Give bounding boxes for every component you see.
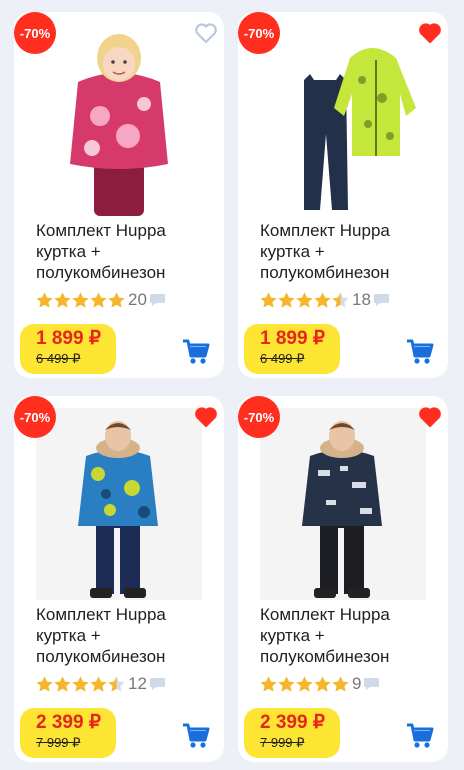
product-photo[interactable] <box>36 408 202 600</box>
old-price: 6 499 ₽ <box>260 351 305 366</box>
heart-icon[interactable] <box>418 22 442 44</box>
product-card[interactable]: -70% Комплект Huppa куртка + полукомбине… <box>238 12 448 378</box>
cart-icon[interactable] <box>182 338 210 366</box>
rating-stars <box>259 291 349 310</box>
old-price: 7 999 ₽ <box>36 735 81 750</box>
price-box: 2 399 ₽ 7 999 ₽ <box>244 708 340 758</box>
star-icon <box>260 291 277 308</box>
product-card[interactable]: -70% Комплект Huppa куртка + полукомбине… <box>14 12 224 378</box>
product-rating: 12 <box>35 674 166 694</box>
star-icon <box>36 675 53 692</box>
product-photo[interactable] <box>260 24 426 216</box>
star-icon <box>90 291 107 308</box>
product-card[interactable]: -70% Комплект Huppa куртка + полукомбине… <box>238 396 448 762</box>
star-icon <box>332 675 349 692</box>
star-icon <box>260 675 277 692</box>
star-icon <box>314 291 331 308</box>
cart-icon[interactable] <box>406 338 434 366</box>
product-title[interactable]: Комплект Huppa куртка + полукомбинезон <box>260 220 440 283</box>
product-rating: 20 <box>35 290 166 310</box>
old-price: 6 499 ₽ <box>36 351 81 366</box>
star-icon <box>278 291 295 308</box>
review-count: 12 <box>128 674 147 693</box>
product-rating: 9 <box>259 674 380 694</box>
product-photo[interactable] <box>260 408 426 600</box>
product-title[interactable]: Комплект Huppa куртка + полукомбинезон <box>36 604 216 667</box>
current-price: 1 899 ₽ <box>260 328 325 349</box>
cart-icon[interactable] <box>182 722 210 750</box>
star-icon <box>108 291 125 308</box>
star-icon <box>54 675 71 692</box>
product-card[interactable]: -70% Комплект Huppa куртка + полукомбине… <box>14 396 224 762</box>
current-price: 2 399 ₽ <box>36 712 101 733</box>
product-photo[interactable] <box>36 24 202 216</box>
heart-icon[interactable] <box>194 22 218 44</box>
discount-badge: -70% <box>14 396 56 438</box>
rating-stars <box>35 675 125 694</box>
price-box: 1 899 ₽ 6 499 ₽ <box>20 324 116 374</box>
discount-badge: -70% <box>238 396 280 438</box>
star-icon <box>72 675 89 692</box>
heart-icon[interactable] <box>194 406 218 428</box>
star-icon <box>278 675 295 692</box>
comment-bubble-icon <box>149 678 165 690</box>
star-icon <box>314 675 331 692</box>
review-count: 9 <box>352 674 362 693</box>
product-title[interactable]: Комплект Huppa куртка + полукомбинезон <box>260 604 440 667</box>
star-icon <box>36 291 53 308</box>
price-box: 1 899 ₽ 6 499 ₽ <box>244 324 340 374</box>
star-icon <box>54 291 71 308</box>
current-price: 2 399 ₽ <box>260 712 325 733</box>
star-icon <box>72 291 89 308</box>
discount-badge: -70% <box>238 12 280 54</box>
rating-stars <box>259 675 349 694</box>
review-count: 20 <box>128 290 147 309</box>
price-box: 2 399 ₽ 7 999 ₽ <box>20 708 116 758</box>
review-count: 18 <box>352 290 371 309</box>
cart-icon[interactable] <box>406 722 434 750</box>
product-title[interactable]: Комплект Huppa куртка + полукомбинезон <box>36 220 216 283</box>
old-price: 7 999 ₽ <box>260 735 305 750</box>
heart-icon[interactable] <box>418 406 442 428</box>
product-rating: 18 <box>259 290 390 310</box>
star-icon <box>90 675 107 692</box>
comment-bubble-icon <box>373 294 389 306</box>
current-price: 1 899 ₽ <box>36 328 101 349</box>
star-icon <box>296 675 313 692</box>
star-icon <box>296 291 313 308</box>
comment-bubble-icon <box>149 294 165 306</box>
comment-bubble-icon <box>364 678 380 690</box>
star-icon <box>108 675 125 692</box>
discount-badge: -70% <box>14 12 56 54</box>
rating-stars <box>35 291 125 310</box>
star-icon <box>332 291 349 308</box>
